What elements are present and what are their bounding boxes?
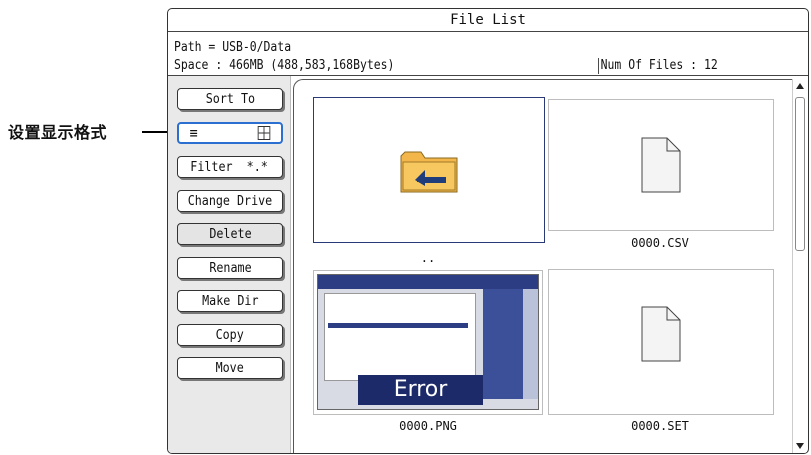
file-icon [641, 306, 681, 362]
thumbnail-error-text: Error [358, 375, 483, 405]
display-format-callout: 设置显示格式 [8, 123, 108, 142]
file-name-csv: 0000.CSV [631, 236, 689, 250]
png-thumbnail-image: Error [317, 274, 539, 410]
copy-button[interactable]: Copy [177, 324, 283, 346]
folder-up-icon [400, 151, 458, 193]
delete-button[interactable]: Delete [177, 223, 283, 245]
num-files-label: Num Of Files : 12 [598, 58, 718, 74]
scroll-up-arrow-icon[interactable] [796, 83, 804, 89]
rename-button[interactable]: Rename [177, 257, 283, 279]
file-tile-parent[interactable] [313, 97, 545, 243]
scrollbar-thumb[interactable] [795, 97, 805, 251]
path-label: Path = USB-0/Data [174, 40, 292, 55]
file-name-parent: .. [420, 251, 436, 265]
vertical-scrollbar[interactable] [792, 79, 807, 453]
change-drive-button[interactable]: Change Drive [177, 190, 283, 212]
display-format-button[interactable]: ≡ [177, 122, 283, 144]
window-title: File List [168, 9, 808, 32]
space-label: Space : 466MB (488,583,168Bytes) [174, 58, 395, 73]
file-name-set: 0000.SET [631, 419, 689, 433]
file-tile-csv[interactable] [548, 99, 774, 231]
list-view-icon[interactable]: ≡ [189, 122, 197, 144]
command-panel: Sort To ≡ Filter *.* Change Drive Delete… [168, 76, 291, 453]
file-name-png: 0000.PNG [399, 419, 457, 433]
file-icon [641, 137, 681, 193]
make-dir-button[interactable]: Make Dir [177, 290, 283, 312]
move-button[interactable]: Move [177, 357, 283, 379]
scroll-down-arrow-icon[interactable] [796, 443, 804, 449]
thumbnail-view-icon[interactable] [257, 126, 271, 140]
sort-to-button[interactable]: Sort To [177, 88, 283, 110]
filter-button[interactable]: Filter *.* [177, 156, 283, 178]
file-tile-set[interactable] [548, 269, 774, 415]
